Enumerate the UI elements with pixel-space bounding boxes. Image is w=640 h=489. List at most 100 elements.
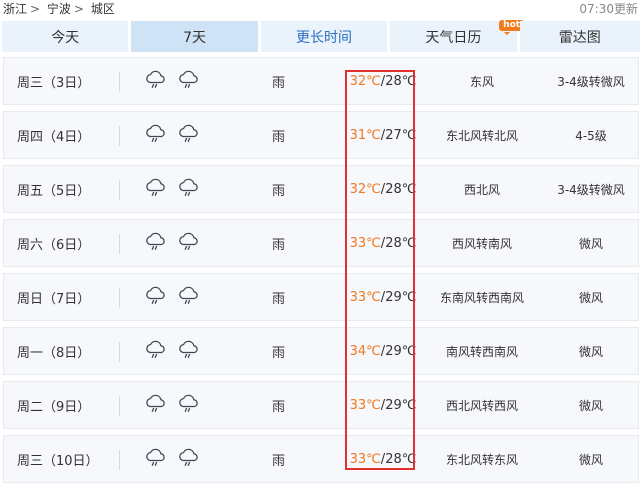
high-temp: 33℃: [349, 397, 381, 413]
breadcrumb-district[interactable]: 城区: [91, 2, 115, 16]
weather-description: 雨: [272, 399, 286, 415]
forecast-row: 周三（10日） 雨 33℃/28℃ 东北风转东风 微风: [3, 435, 639, 483]
column-divider: [119, 234, 120, 254]
rain-cloud-icon: [177, 391, 201, 419]
wind-direction: 西风转南风: [451, 236, 512, 251]
weather-description: 雨: [272, 237, 286, 253]
weather-icons: [144, 220, 214, 266]
temperature-range: 34℃/29℃: [349, 343, 417, 359]
rain-cloud-icon: [177, 229, 201, 257]
low-temp: 28℃: [385, 73, 417, 89]
weather-icons: [144, 112, 214, 158]
wind-level: 3-4级转微风: [557, 182, 625, 197]
tab-radar[interactable]: 雷达图: [519, 21, 640, 52]
tab-today[interactable]: 今天: [2, 21, 129, 52]
wind-direction: 东风: [469, 74, 494, 89]
forecast-row: 周五（5日） 雨 32℃/28℃ 西北风 3-4级转微风: [3, 165, 639, 213]
weather-icons: [144, 58, 214, 104]
update-time: 07:30更新: [579, 2, 638, 16]
column-divider: [119, 126, 120, 146]
wind-level: 3-4级转微风: [557, 74, 625, 89]
temperature-range: 32℃/28℃: [349, 181, 417, 197]
temperature-range: 33℃/28℃: [349, 235, 417, 251]
rain-cloud-icon: [177, 67, 201, 95]
column-divider: [119, 288, 120, 308]
tab-label: 7天: [183, 29, 207, 46]
weather-description: 雨: [272, 75, 286, 91]
low-temp: 28℃: [385, 235, 417, 251]
rain-cloud-icon: [177, 283, 201, 311]
wind-direction: 东北风转东风: [445, 452, 518, 467]
tab-bar: 今天 7天 更长时间 天气日历 hot 雷达图: [2, 20, 640, 52]
weather-icons: [144, 166, 214, 212]
breadcrumb-separator: >: [73, 2, 84, 16]
temperature-range: 33℃/29℃: [349, 397, 417, 413]
low-temp: 29℃: [385, 289, 417, 305]
breadcrumb-separator: >: [30, 2, 41, 16]
forecast-day: 周六（6日）: [17, 237, 91, 253]
tab-label: 今天: [51, 29, 80, 46]
wind-level: 4-5级: [575, 128, 607, 143]
wind-direction: 南风转西南风: [445, 344, 518, 359]
rain-cloud-icon: [144, 445, 168, 473]
tab-label: 雷达图: [558, 29, 601, 46]
tab-label: 更长时间: [295, 29, 352, 46]
weather-description: 雨: [272, 291, 286, 307]
rain-cloud-icon: [144, 391, 168, 419]
forecast-day: 周二（9日）: [17, 399, 91, 415]
breadcrumb: 浙江 > 宁波 > 城区: [3, 1, 118, 17]
wind-level: 微风: [578, 236, 603, 251]
rain-cloud-icon: [144, 337, 168, 365]
wind-direction: 东北风转北风: [445, 128, 518, 143]
rain-cloud-icon: [177, 175, 201, 203]
temperature-range: 33℃/29℃: [349, 289, 417, 305]
weather-icons: [144, 328, 214, 374]
breadcrumb-city[interactable]: 宁波: [47, 2, 71, 16]
tab-7days[interactable]: 7天: [131, 21, 258, 52]
forecast-row: 周六（6日） 雨 33℃/28℃ 西风转南风 微风: [3, 219, 639, 267]
high-temp: 31℃: [349, 127, 381, 143]
wind-level: 微风: [578, 290, 603, 305]
weather-description: 雨: [272, 129, 286, 145]
temperature-range: 33℃/28℃: [349, 451, 417, 467]
wind-direction: 西北风转西风: [445, 398, 518, 413]
tab-label: 天气日历: [425, 29, 482, 46]
forecast-row: 周一（8日） 雨 34℃/29℃ 南风转西南风 微风: [3, 327, 639, 375]
high-temp: 34℃: [349, 343, 381, 359]
rain-cloud-icon: [144, 283, 168, 311]
rain-cloud-icon: [144, 67, 168, 95]
forecast-row: 周二（9日） 雨 33℃/29℃ 西北风转西风 微风: [3, 381, 639, 429]
wind-level: 微风: [578, 344, 603, 359]
column-divider: [119, 180, 120, 200]
forecast-day: 周四（4日）: [17, 129, 91, 145]
weather-description: 雨: [272, 183, 286, 199]
rain-cloud-icon: [144, 121, 168, 149]
forecast-day: 周三（3日）: [17, 75, 91, 91]
forecast-list: 周三（3日） 雨 32℃/28℃ 东风 3-4级转微风 周四（4日） 雨 31℃…: [3, 57, 639, 489]
wind-direction: 西北风: [463, 182, 500, 197]
weather-icons: [144, 436, 214, 482]
temperature-range: 32℃/28℃: [349, 73, 417, 89]
temperature-range: 31℃/27℃: [349, 127, 417, 143]
breadcrumb-province[interactable]: 浙江: [3, 2, 27, 16]
tab-calendar[interactable]: 天气日历 hot: [390, 20, 525, 52]
column-divider: [119, 72, 120, 92]
high-temp: 32℃: [349, 181, 381, 197]
high-temp: 32℃: [349, 73, 381, 89]
forecast-row: 周日（7日） 雨 33℃/29℃ 东南风转西南风 微风: [3, 273, 639, 321]
high-temp: 33℃: [349, 235, 381, 251]
weather-description: 雨: [272, 345, 286, 361]
wind-direction: 东南风转西南风: [439, 290, 524, 305]
high-temp: 33℃: [349, 451, 381, 467]
column-divider: [119, 342, 120, 362]
rain-cloud-icon: [144, 175, 168, 203]
column-divider: [119, 396, 120, 416]
low-temp: 28℃: [385, 451, 417, 467]
low-temp: 28℃: [385, 181, 417, 197]
tab-longer[interactable]: 更长时间: [260, 21, 388, 52]
weather-description: 雨: [272, 453, 286, 469]
weather-icons: [144, 274, 214, 320]
low-temp: 27℃: [385, 127, 417, 143]
low-temp: 29℃: [385, 397, 417, 413]
forecast-day: 周五（5日）: [17, 183, 91, 199]
